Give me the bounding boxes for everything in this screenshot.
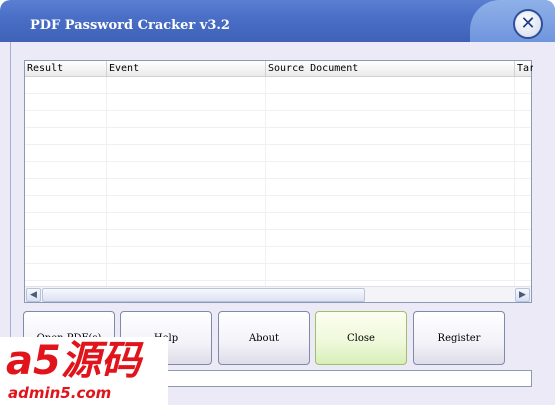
column-divider xyxy=(265,77,266,289)
row-divider xyxy=(25,246,531,247)
column-header-source-document[interactable]: Source Document xyxy=(266,61,515,77)
window-title: PDF Password Cracker v3.2 xyxy=(30,18,230,33)
row-divider xyxy=(25,144,531,145)
table-body[interactable] xyxy=(25,77,531,289)
scroll-left-icon[interactable]: ◀ xyxy=(26,288,41,302)
close-button[interactable]: Close xyxy=(315,311,407,365)
close-icon[interactable]: ✕ xyxy=(513,9,543,39)
results-table[interactable]: Result Event Source Document Tar ◀ ▶ xyxy=(24,60,533,303)
row-divider xyxy=(25,110,531,111)
row-divider xyxy=(25,212,531,213)
row-divider xyxy=(25,127,531,128)
horizontal-scrollbar[interactable]: ◀ ▶ xyxy=(25,286,531,302)
row-divider xyxy=(25,280,531,281)
watermark-url: admin5.com xyxy=(8,384,112,402)
watermark-logo: a5源码 xyxy=(6,338,141,384)
row-divider xyxy=(25,263,531,264)
column-header-result[interactable]: Result xyxy=(25,61,107,77)
column-divider xyxy=(106,77,107,289)
row-divider xyxy=(25,161,531,162)
about-button[interactable]: About xyxy=(218,311,310,365)
title-bar[interactable]: PDF Password Cracker v3.2 xyxy=(0,0,555,42)
column-header-event[interactable]: Event xyxy=(107,61,266,77)
row-divider xyxy=(25,195,531,196)
column-divider xyxy=(514,77,515,289)
row-divider xyxy=(25,229,531,230)
scroll-right-icon[interactable]: ▶ xyxy=(515,288,530,302)
row-divider xyxy=(25,178,531,179)
register-button[interactable]: Register xyxy=(413,311,505,365)
column-header-target[interactable]: Tar xyxy=(515,61,533,77)
scrollbar-thumb[interactable] xyxy=(42,288,365,302)
table-header: Result Event Source Document Tar xyxy=(25,61,533,77)
row-divider xyxy=(25,93,531,94)
watermark: a5源码 admin5.com xyxy=(0,337,168,405)
